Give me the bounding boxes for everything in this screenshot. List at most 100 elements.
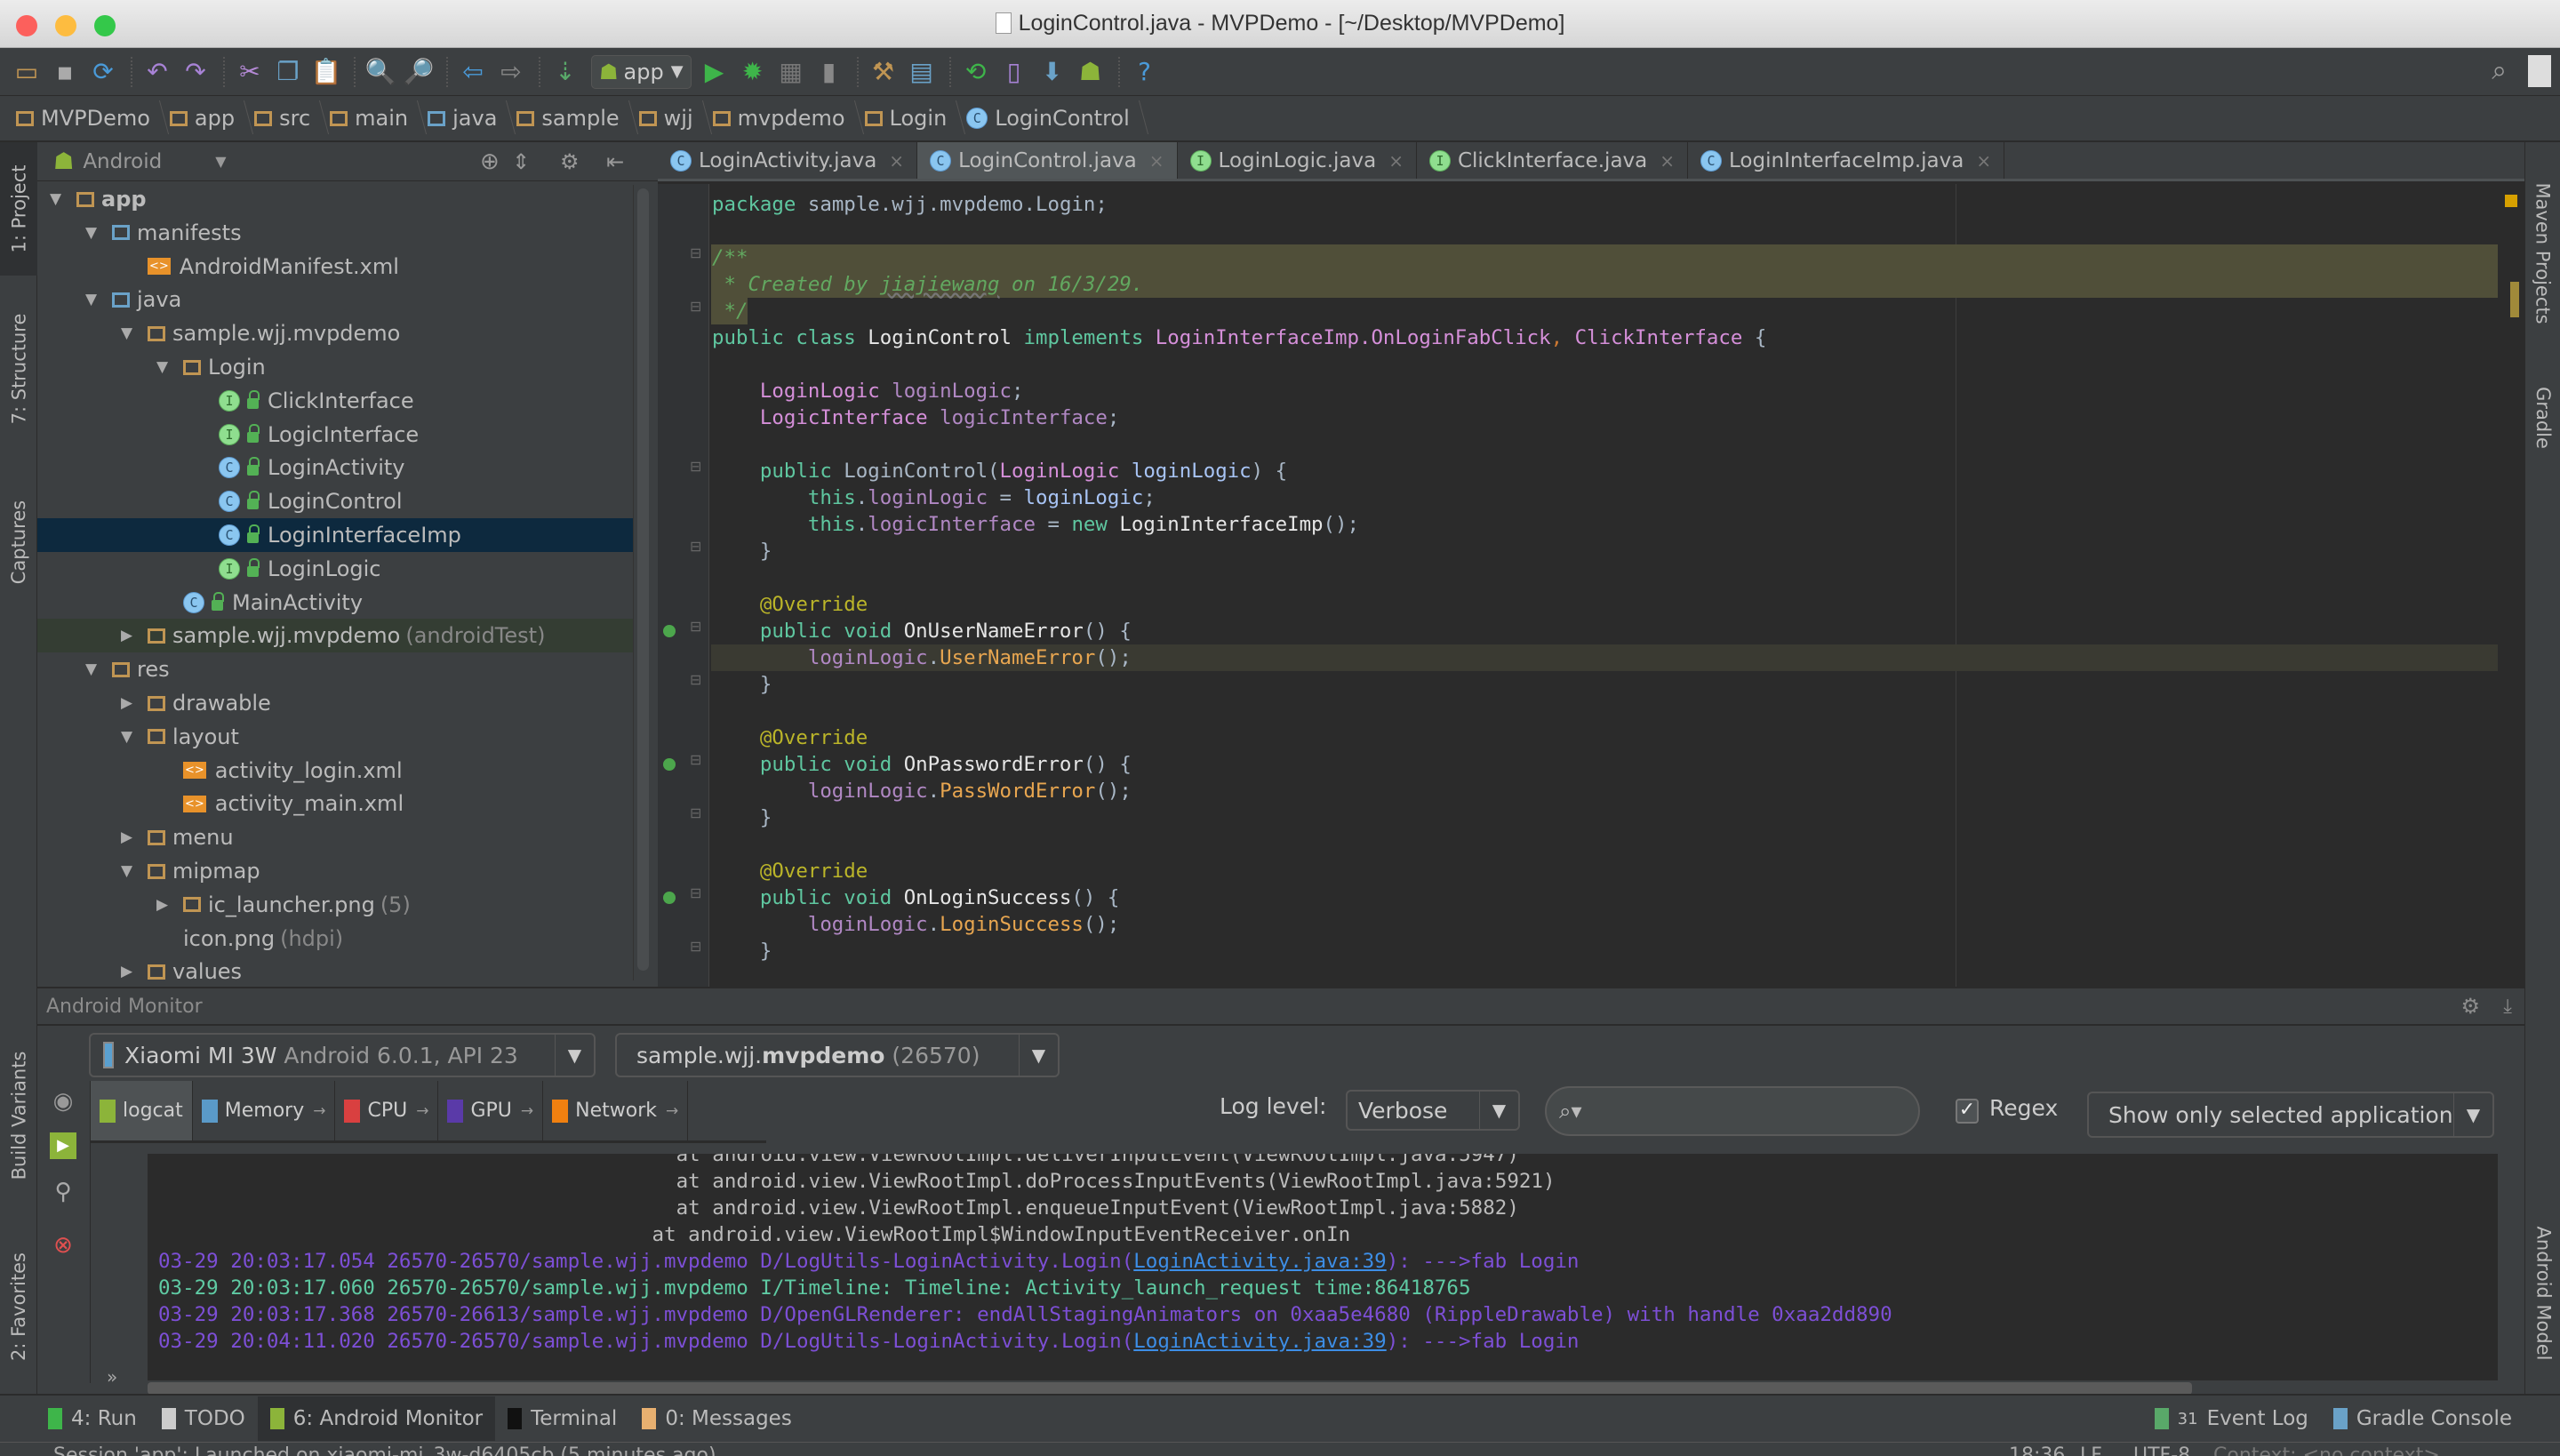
chevron-down-icon[interactable]: ▼ (1479, 1092, 1518, 1129)
save-icon[interactable]: ▪ (47, 54, 83, 90)
tree-item[interactable]: ▼ mipmap (37, 854, 633, 888)
editor-tab[interactable]: C LoginControl.java × (917, 142, 1178, 179)
tree-item[interactable]: icon.png (hdpi) (37, 922, 633, 956)
expanded-arrow-icon[interactable]: ▼ (121, 862, 132, 880)
open-folder-icon[interactable]: ▭ (9, 54, 44, 90)
collapsed-arrow-icon[interactable]: ▶ (121, 828, 132, 846)
caret-position[interactable]: 18:36 (2009, 1444, 2065, 1456)
monitor-tab-cpu[interactable]: CPU → (335, 1081, 439, 1140)
tool-tab-build-variants[interactable]: Build Variants (0, 1031, 37, 1200)
project-scrollbar[interactable] (633, 185, 652, 980)
find-icon[interactable]: 🔍 (363, 54, 398, 90)
fold-marker-icon[interactable]: ⊟ (690, 298, 701, 315)
chevron-down-icon[interactable]: ▼ (215, 153, 226, 170)
search-everywhere-icon[interactable]: ⌕ (2492, 55, 2507, 86)
more-actions-icon[interactable]: » (107, 1366, 117, 1388)
debug-icon[interactable]: ✹ (735, 54, 771, 90)
copy-icon[interactable]: ❐ (270, 54, 306, 90)
tree-item[interactable]: ▶ ic_launcher.png (5) (37, 888, 633, 922)
highlight-marker[interactable] (2510, 282, 2519, 317)
monitor-tab-gpu[interactable]: GPU → (438, 1081, 544, 1140)
log-filter-select[interactable]: Show only selected application ▼ (2087, 1092, 2494, 1138)
process-select[interactable]: sample.wjj. mvpdemo (26570) ▼ (615, 1033, 1060, 1077)
tree-item[interactable]: ▼ sample.wjj.mvpdemo (37, 316, 633, 350)
tree-item[interactable]: I ClickInterface (37, 384, 633, 418)
regex-checkbox[interactable]: ✓ (1956, 1099, 1979, 1124)
hide-panel-icon[interactable]: ⤓ (2503, 996, 2512, 1018)
tree-item[interactable]: ▶ sample.wjj.mvpdemo (androidTest) (37, 619, 633, 653)
run-configuration-select[interactable]: ☗ app ▼ (591, 54, 692, 89)
line-separator[interactable]: LF (2080, 1444, 2102, 1456)
tree-item[interactable]: C LoginInterfaceImp (37, 518, 633, 552)
tree-item[interactable]: ▼ app (37, 182, 633, 216)
tool-tab-todo[interactable]: TODO (149, 1396, 258, 1441)
device-select[interactable]: Xiaomi MI 3W Android 6.0.1, API 23 ▼ (89, 1033, 596, 1077)
monitor-tab-logcat[interactable]: logcat (91, 1081, 193, 1140)
tool-tab-maven-projects[interactable]: Maven Projects (2525, 160, 2560, 347)
tool-tab-messages[interactable]: 0: Messages (629, 1396, 804, 1441)
source-link[interactable]: LoginActivity.java:39 (1133, 1250, 1386, 1273)
editor-tab[interactable]: C LoginActivity.java × (658, 142, 918, 179)
expanded-arrow-icon[interactable]: ▼ (121, 728, 132, 746)
override-method-icon[interactable] (663, 625, 676, 637)
expanded-arrow-icon[interactable]: ▼ (50, 190, 61, 208)
breadcrumb-item[interactable]: app (169, 106, 254, 131)
monitor-tab-network[interactable]: Network → (543, 1081, 689, 1140)
help-icon[interactable]: ? (1127, 54, 1163, 90)
stop-icon[interactable]: ▮ (812, 54, 847, 90)
editor-tab[interactable]: I ClickInterface.java × (1417, 142, 1689, 179)
tree-item[interactable]: <> activity_main.xml (37, 787, 633, 820)
breadcrumb-item[interactable]: wjj (638, 106, 713, 131)
tree-item[interactable]: ▼ Login (37, 350, 633, 384)
system-info-icon[interactable]: ⚲ (50, 1179, 76, 1205)
tool-tab-run[interactable]: 4: Run (36, 1396, 149, 1441)
replace-icon[interactable]: 🔎 (401, 54, 436, 90)
breadcrumb-item[interactable]: src (254, 106, 330, 131)
tree-item[interactable]: I LogicInterface (37, 418, 633, 452)
close-tab-icon[interactable]: × (1660, 150, 1675, 172)
terminate-app-icon[interactable]: ⊗ (50, 1232, 76, 1259)
project-structure-icon[interactable]: ⚒ (866, 54, 901, 90)
settings-gear-icon[interactable]: ⚙ (2460, 994, 2480, 1019)
tree-item[interactable]: C LoginActivity (37, 451, 633, 484)
pin-icon[interactable]: → (521, 1102, 533, 1120)
monitor-tab-memory[interactable]: Memory → (193, 1081, 336, 1140)
sync-icon[interactable]: ⟳ (85, 54, 121, 90)
expanded-arrow-icon[interactable]: ▼ (85, 224, 97, 242)
expanded-arrow-icon[interactable]: ▼ (85, 660, 97, 678)
tree-item[interactable]: C LoginControl (37, 484, 633, 518)
screenshot-icon[interactable]: ◉ (50, 1088, 76, 1115)
fold-marker-icon[interactable]: ⊟ (690, 671, 701, 688)
tree-item[interactable]: I LoginLogic (37, 552, 633, 586)
fold-marker-icon[interactable]: ⊟ (690, 938, 701, 955)
tool-tab-captures[interactable]: Captures (0, 480, 37, 604)
breadcrumb-item[interactable]: main (330, 106, 428, 131)
tree-item[interactable]: ▼ manifests (37, 216, 633, 250)
pin-icon[interactable]: → (313, 1102, 325, 1120)
inspection-status-icon[interactable] (2505, 195, 2517, 207)
user-icon[interactable] (2528, 55, 2551, 87)
collapsed-arrow-icon[interactable]: ▶ (156, 896, 168, 914)
cut-icon[interactable]: ✂ (232, 54, 268, 90)
android-download-icon[interactable]: ⬇ (1035, 54, 1070, 90)
tool-tab-android-monitor[interactable]: 6: Android Monitor (257, 1396, 496, 1441)
attach-debugger-icon[interactable]: ▦ (773, 54, 809, 90)
project-view-selector[interactable]: Android (83, 150, 162, 173)
chevron-down-icon[interactable]: ▼ (555, 1035, 594, 1076)
fold-marker-icon[interactable]: ⊟ (690, 884, 701, 901)
forward-icon[interactable]: ⇨ (493, 54, 529, 90)
breadcrumb-item[interactable]: Login (864, 106, 967, 131)
fold-marker-icon[interactable]: ⊟ (690, 458, 701, 475)
tree-item[interactable]: ▼ java (37, 283, 633, 316)
make-project-icon[interactable]: ⇣ (548, 54, 583, 90)
tool-tab-android-model[interactable]: Android Model (2525, 1209, 2560, 1378)
logcat-output[interactable]: at android.view.ViewRootImpl.deliverInpu… (148, 1154, 2498, 1380)
breadcrumb-item[interactable]: mvpdemo (712, 106, 865, 131)
close-tab-icon[interactable]: × (1149, 150, 1164, 172)
fold-marker-icon[interactable]: ⊟ (690, 538, 701, 555)
override-method-icon[interactable] (663, 892, 676, 904)
back-icon[interactable]: ⇦ (455, 54, 491, 90)
redo-icon[interactable]: ↷ (178, 54, 213, 90)
tool-tab-project[interactable]: 1: Project (0, 142, 37, 276)
collapsed-arrow-icon[interactable]: ▶ (121, 627, 132, 644)
